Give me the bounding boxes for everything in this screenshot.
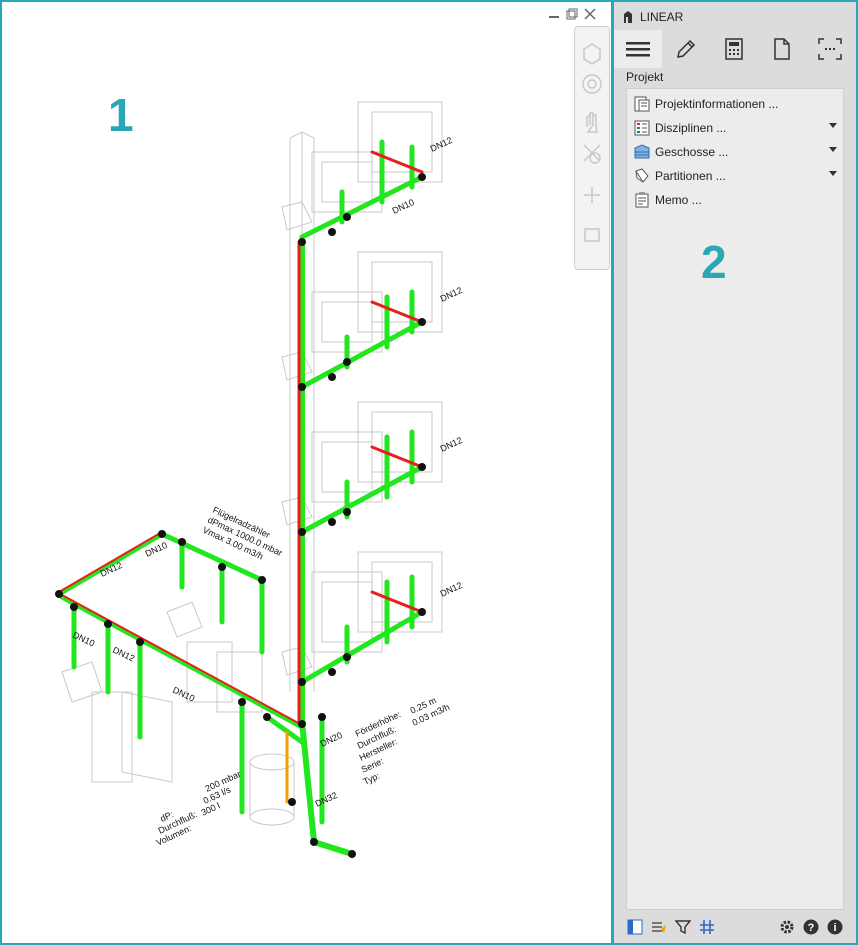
layer-switch-icon[interactable] — [650, 918, 668, 936]
panel-number-badge: 2 — [701, 236, 727, 288]
menu-item-label: Geschosse ... — [655, 145, 729, 159]
chevron-down-icon[interactable] — [829, 171, 837, 176]
memo-icon — [633, 192, 651, 208]
chevron-down-icon[interactable] — [829, 123, 837, 128]
document-icon — [774, 38, 790, 60]
pipe-label: DN12 — [111, 645, 136, 664]
panel-tabs — [614, 30, 856, 68]
svg-text:?: ? — [808, 922, 815, 934]
menu-item-memo[interactable]: Memo ... — [633, 189, 841, 211]
linear-side-panel: LINEAR Projekt Projektinformationen ... … — [614, 2, 856, 943]
tank-value: 300 l — [200, 800, 222, 817]
pencil-icon — [677, 39, 696, 58]
project-tree: Projektinformationen ... Disziplinen ...… — [626, 88, 844, 910]
menu-icon — [626, 42, 650, 57]
pipe-label: DN10 — [171, 685, 196, 704]
menu-item-partitions[interactable]: Partitionen ... — [633, 165, 841, 187]
frame-icon — [818, 38, 842, 60]
tab-frame[interactable] — [806, 30, 854, 68]
pipe-label: DN12 — [99, 560, 124, 579]
menu-item-disciplines[interactable]: Disziplinen ... — [633, 117, 841, 139]
menu-item-label: Projektinformationen ... — [655, 97, 779, 111]
panel-title: LINEAR — [640, 10, 684, 24]
gear-icon[interactable] — [778, 918, 796, 936]
tab-edit[interactable] — [662, 30, 710, 68]
cad-drawing: DN12 DN10 DN12 DN12 DN12 DN12 DN10 DN10 … — [55, 101, 464, 858]
info-icon[interactable]: i — [826, 918, 844, 936]
panel-header: LINEAR — [622, 8, 683, 26]
project-info-icon — [633, 96, 651, 112]
tab-calculation[interactable] — [710, 30, 758, 68]
cad-viewport[interactable]: 1 DN12 DN10 DN12 DN12 DN12 DN12 DN10 DN1… — [2, 2, 611, 943]
calculator-icon — [725, 38, 743, 60]
partitions-icon — [633, 168, 651, 184]
layout-icon[interactable] — [626, 918, 644, 936]
grid-snap-icon[interactable] — [698, 918, 716, 936]
menu-item-project-info[interactable]: Projektinformationen ... — [633, 93, 841, 115]
disciplines-icon — [633, 120, 651, 136]
menu-item-floors[interactable]: Geschosse ... — [633, 141, 841, 163]
chevron-down-icon[interactable] — [829, 147, 837, 152]
svg-text:i: i — [833, 922, 836, 934]
panel-footer: ? i — [614, 912, 856, 942]
linear-logo-icon — [624, 11, 632, 23]
tab-menu[interactable] — [614, 30, 662, 68]
help-icon[interactable]: ? — [802, 918, 820, 936]
menu-item-label: Disziplinen ... — [655, 121, 727, 135]
tab-document[interactable] — [758, 30, 806, 68]
pipe-label: DN10 — [391, 197, 416, 216]
floors-icon — [633, 144, 651, 160]
menu-item-label: Partitionen ... — [655, 169, 726, 183]
section-heading: Projekt — [626, 70, 664, 84]
pipe-label: DN32 — [314, 790, 339, 809]
filter-icon[interactable] — [674, 918, 692, 936]
menu-item-label: Memo ... — [655, 193, 702, 207]
